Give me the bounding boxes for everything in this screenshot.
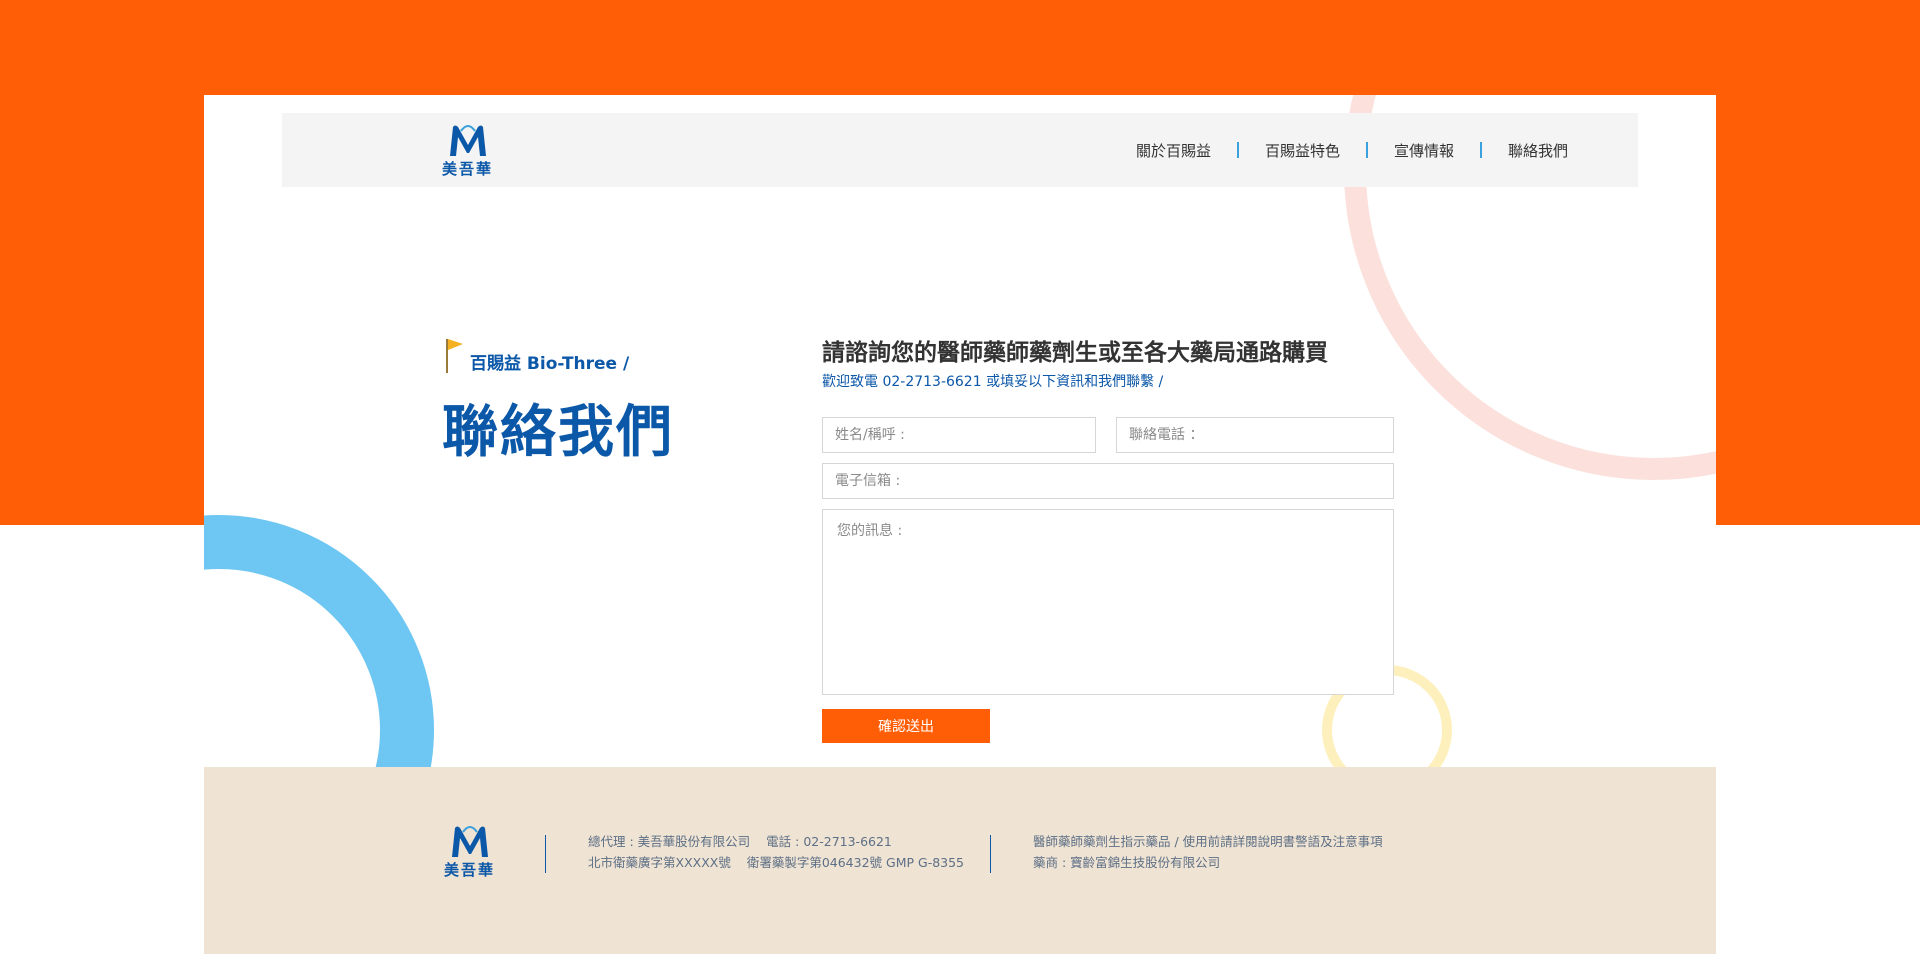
name-input[interactable] bbox=[822, 417, 1096, 453]
footer-divider bbox=[990, 835, 991, 873]
footer-notice: 醫師藥師藥劑生指示藥品 / 使用前請詳閱說明書警語及注意事項 bbox=[1033, 834, 1383, 849]
nav-divider bbox=[1236, 142, 1239, 158]
site-header: 美吾華 關於百賜益 百賜益特色 宣傳情報 聯絡我們 bbox=[282, 113, 1638, 187]
main-nav: 關於百賜益 百賜益特色 宣傳情報 聯絡我們 bbox=[1136, 113, 1568, 187]
form-subtitle: 歡迎致電 02-2713-6621 或填妥以下資訊和我們聯繫 / bbox=[822, 374, 1164, 390]
site-footer: 美吾華 總代理 : 美吾華股份有限公司 電話 : 02-2713-6621 北市衛… bbox=[204, 767, 1716, 954]
submit-button[interactable]: 確認送出 bbox=[822, 709, 990, 743]
phone-input[interactable] bbox=[1116, 417, 1394, 453]
nav-divider bbox=[1365, 142, 1368, 158]
form-title: 請諮詢您的醫師藥師藥劑生或至各大藥局通路購買 bbox=[822, 340, 1328, 366]
m-logo-icon bbox=[451, 826, 488, 857]
hero-eyebrow: 百賜益 Bio-Three / bbox=[444, 335, 629, 374]
footer-divider bbox=[545, 835, 546, 873]
logo-text: 美吾華 bbox=[444, 861, 496, 879]
nav-item-news[interactable]: 宣傳情報 bbox=[1394, 140, 1454, 161]
nav-divider bbox=[1479, 142, 1482, 158]
footer-license-2: 衛署藥製字第046432號 GMP G-8355 bbox=[746, 855, 965, 870]
header-logo[interactable]: 美吾華 bbox=[442, 123, 493, 179]
footer-manufacturer: 藥商 : 寶齡富錦生技股份有限公司 bbox=[1033, 855, 1221, 870]
email-input[interactable] bbox=[822, 463, 1394, 499]
footer-phone: 電話 : 02-2713-6621 bbox=[766, 834, 892, 849]
nav-item-contact[interactable]: 聯絡我們 bbox=[1508, 140, 1568, 161]
logo-text: 美吾華 bbox=[442, 160, 494, 178]
message-textarea[interactable] bbox=[822, 509, 1394, 695]
page-title: 聯絡我們 bbox=[442, 400, 674, 465]
nav-item-features[interactable]: 百賜益特色 bbox=[1265, 140, 1340, 161]
page-container: 美吾華 關於百賜益 百賜益特色 宣傳情報 聯絡我們 百賜益 Bio-Three … bbox=[204, 95, 1716, 954]
flag-icon bbox=[446, 338, 463, 373]
footer-drug-info: 醫師藥師藥劑生指示藥品 / 使用前請詳閱說明書警語及注意事項 藥商 : 寶齡富錦… bbox=[1033, 831, 1383, 873]
hero-eyebrow-text: 百賜益 Bio-Three / bbox=[470, 354, 630, 374]
m-logo-icon bbox=[449, 125, 486, 156]
nav-item-about[interactable]: 關於百賜益 bbox=[1136, 140, 1211, 161]
footer-company-info: 總代理 : 美吾華股份有限公司 電話 : 02-2713-6621 北市衛藥廣字第… bbox=[588, 831, 964, 873]
footer-agent: 總代理 : 美吾華股份有限公司 bbox=[588, 834, 751, 849]
footer-logo[interactable]: 美吾華 bbox=[444, 824, 495, 880]
footer-license-1: 北市衛藥廣字第XXXXX號 bbox=[588, 855, 731, 870]
